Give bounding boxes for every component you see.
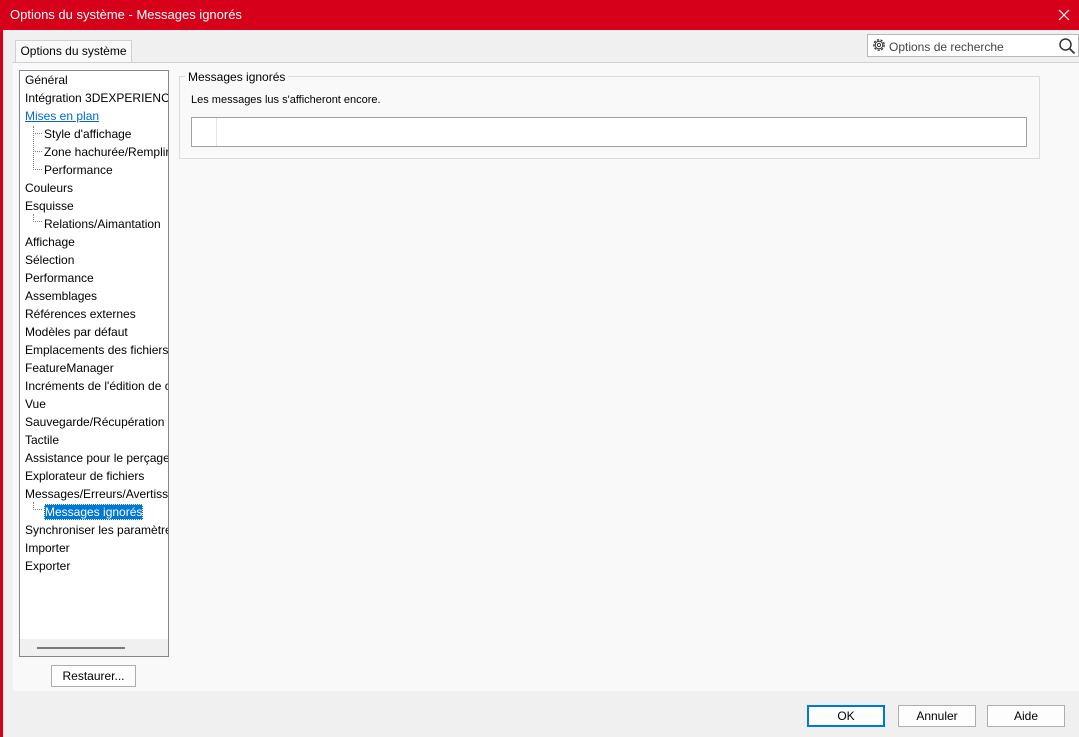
tree-item[interactable]: Synchroniser les paramètre <box>25 522 168 538</box>
tree-item[interactable]: Emplacements des fichiers <box>25 342 168 358</box>
gear-icon[interactable] <box>871 37 887 56</box>
options-panel: Général Intégration 3DEXPERIENCE Mises en … <box>13 63 1079 691</box>
tree-connector <box>33 133 42 152</box>
tree-item[interactable]: Esquisse <box>25 198 74 214</box>
tree-item[interactable]: Affichage <box>25 234 75 250</box>
tree-connector <box>33 214 42 222</box>
options-tree[interactable]: Général Intégration 3DEXPERIENCE Mises en … <box>19 70 169 657</box>
group-description: Les messages lus s'afficheront encore. <box>191 94 381 106</box>
tree-item[interactable]: Références externes <box>25 306 136 322</box>
tree-item[interactable]: Relations/Aimantation <box>44 216 161 232</box>
ignored-messages-group: Messages ignorés Les messages lus s'affi… <box>179 70 1040 159</box>
tree-item[interactable]: Performance <box>44 162 113 178</box>
search-options-field[interactable]: Options de recherche <box>867 34 1079 57</box>
tree-item[interactable]: Sélection <box>25 252 74 268</box>
search-placeholder: Options de recherche <box>889 40 1004 54</box>
tree-item[interactable]: Vue <box>25 396 46 412</box>
dialog-body: Options du système Options de recherche <box>3 30 1079 737</box>
tab-system-options[interactable]: Options du système <box>15 40 132 62</box>
tree-item[interactable]: FeatureManager <box>25 360 114 376</box>
tree-item[interactable]: Sauvegarde/Récupération <box>25 414 164 430</box>
group-legend: Messages ignorés <box>185 70 289 84</box>
tree-item[interactable]: Importer <box>25 540 70 556</box>
tree-item[interactable]: Modèles par défaut <box>25 324 128 340</box>
tree-horizontal-scrollbar[interactable] <box>20 639 168 656</box>
tree-item[interactable]: Exporter <box>25 558 70 574</box>
tree-item[interactable]: Performance <box>25 270 94 286</box>
tree-item[interactable]: Zone hachurée/Remplir <box>44 144 168 160</box>
tree-item[interactable]: Mises en plan <box>25 108 99 124</box>
window-title: Options du système - Messages ignorés <box>10 7 242 22</box>
title-bar: Options du système - Messages ignorés <box>0 0 1079 30</box>
tree-item[interactable]: Assistance pour le perçage/ <box>25 450 168 466</box>
tree-item[interactable]: Couleurs <box>25 180 73 196</box>
tree-item[interactable]: Assemblages <box>25 288 97 304</box>
tree-item[interactable]: Intégration 3DEXPERIENCE <box>25 90 168 106</box>
list-column-divider <box>216 118 217 146</box>
magnifier-icon[interactable] <box>1058 37 1076 58</box>
ignored-messages-list[interactable] <box>191 117 1027 147</box>
cancel-button[interactable]: Annuler <box>898 705 976 727</box>
tree-connector <box>33 502 42 510</box>
help-button[interactable]: Aide <box>987 705 1065 727</box>
ok-button[interactable]: OK <box>807 705 885 727</box>
tree-item[interactable]: Style d'affichage <box>44 126 131 142</box>
tree-connector <box>33 151 42 170</box>
restore-button[interactable]: Restaurer... <box>51 665 136 687</box>
tree-item[interactable]: Explorateur de fichiers <box>25 468 144 484</box>
tree-item[interactable]: Messages/Erreurs/Avertisse <box>25 486 168 502</box>
tree-item[interactable]: Messages ignorés <box>44 504 144 520</box>
tree-item[interactable]: Tactile <box>25 432 59 448</box>
tree-item[interactable]: Incréments de l'édition de c <box>25 378 168 394</box>
tree-item[interactable]: Général <box>25 72 68 88</box>
scrollbar-thumb[interactable] <box>37 647 125 649</box>
close-icon[interactable] <box>1049 0 1079 30</box>
